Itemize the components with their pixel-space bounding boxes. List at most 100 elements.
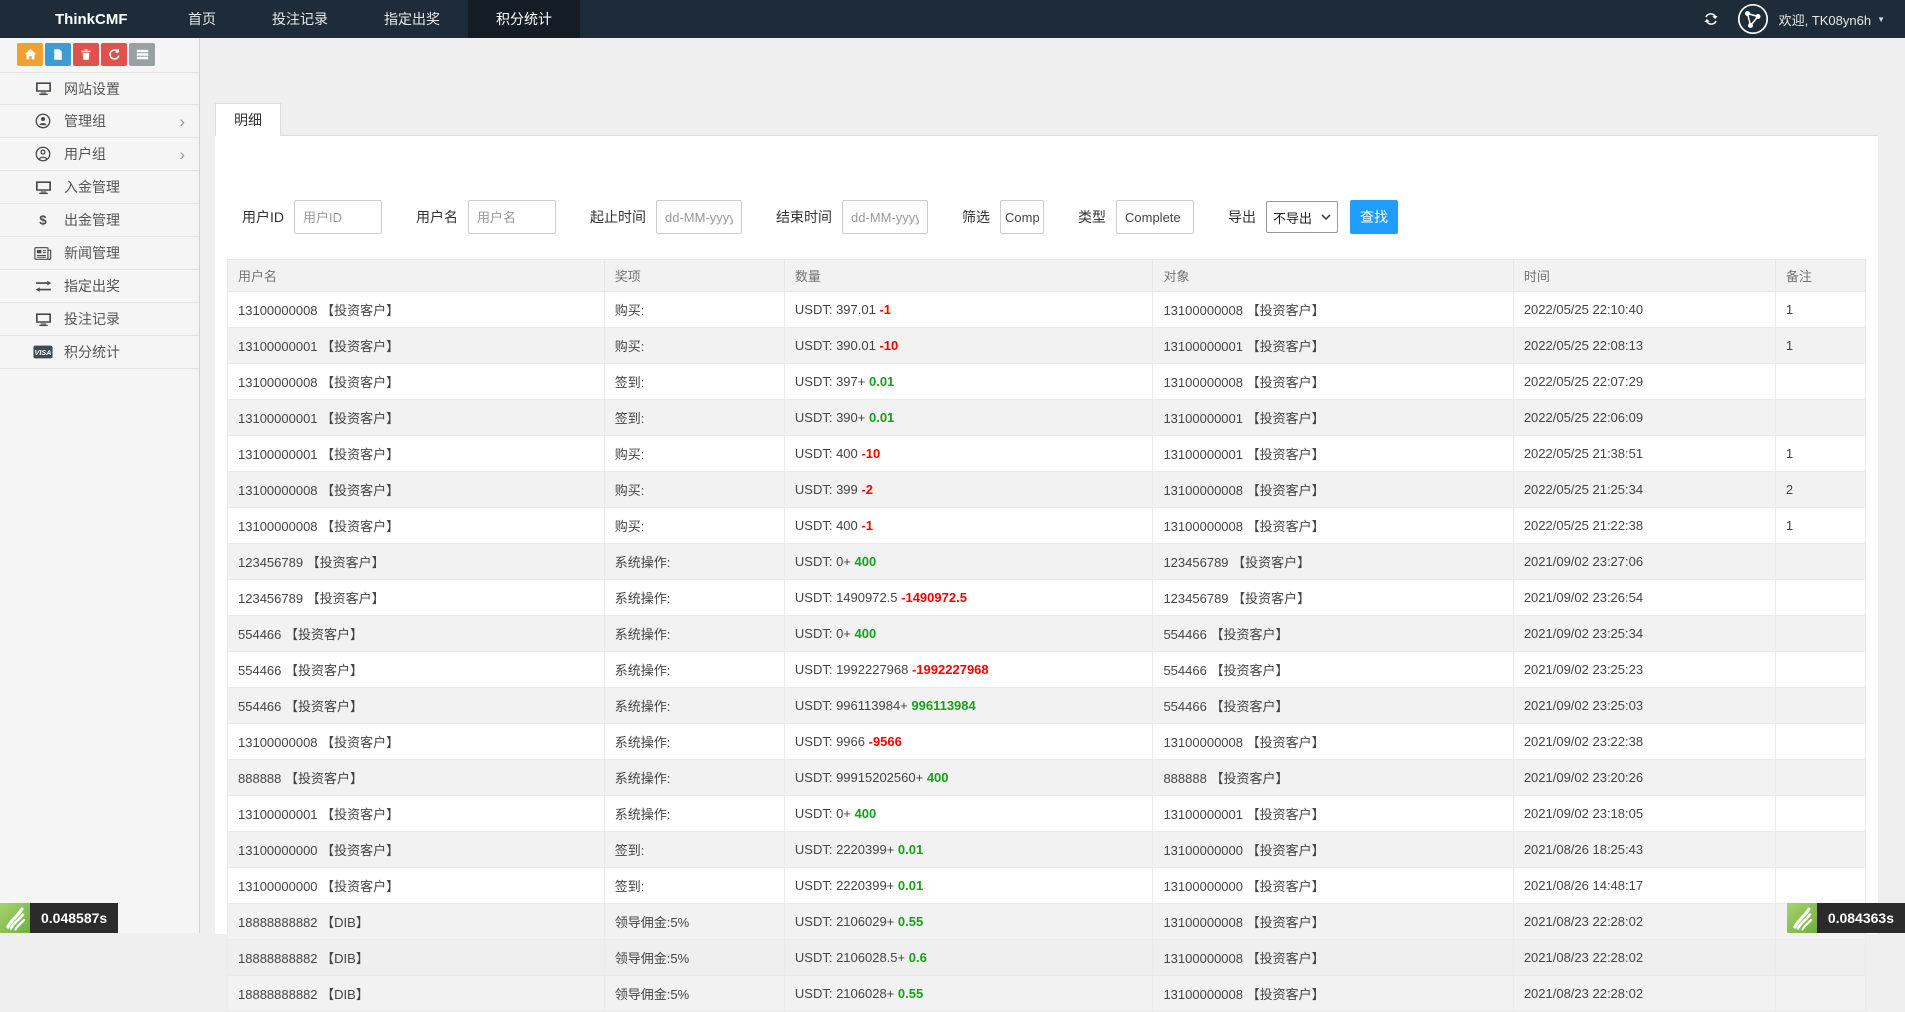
cell-time: 2021/08/23 22:28:02: [1513, 940, 1775, 976]
cell-note: [1775, 724, 1865, 760]
sidebar-item[interactable]: $ 出金管理: [0, 204, 199, 237]
top-navbar: ThinkCMF 首页投注记录指定出奖积分统计 欢迎, TK08yn6h ▼: [0, 0, 1905, 38]
screen-input[interactable]: [1000, 200, 1044, 234]
cell-time: 2022/05/25 21:38:51: [1513, 436, 1775, 472]
table-row: 13100000008 【投资客户】购买:USDT: 400 -11310000…: [228, 508, 1866, 544]
user-group-icon: [33, 146, 53, 162]
avatar[interactable]: [1737, 3, 1769, 35]
username-input[interactable]: [468, 200, 556, 234]
brand-logo[interactable]: ThinkCMF: [0, 11, 160, 28]
trash-icon: [80, 48, 92, 61]
end-time-input[interactable]: [842, 200, 928, 234]
sidebar-item[interactable]: 指定出奖: [0, 270, 199, 303]
cell-target: 554466 【投资客户】: [1153, 616, 1513, 652]
trash-shortcut-button[interactable]: [73, 43, 99, 66]
refresh-icon[interactable]: [1703, 11, 1719, 27]
sidebar-item[interactable]: 用户组›: [0, 138, 199, 171]
cell-amount: USDT: 1490972.5 -1490972.5: [784, 580, 1153, 616]
sidebar-menu: 网站设置管理组›用户组›入金管理 $ 出金管理新闻管理指定出奖投注记录VISA积分统…: [0, 72, 199, 369]
filter-type: 类型: [1078, 200, 1194, 234]
list-shortcut-button[interactable]: [129, 43, 155, 66]
cell-prize: 购买:: [604, 292, 784, 328]
monitor-icon: [33, 312, 53, 327]
amount-base: USDT: 390+: [795, 410, 869, 425]
table-row: 554466 【投资客户】系统操作:USDT: 0+ 400554466 【投资…: [228, 616, 1866, 652]
amount-delta: 0.55: [898, 986, 923, 1001]
cell-username: 18888888882 【DIB】: [228, 976, 605, 1012]
sidebar-item[interactable]: 入金管理: [0, 171, 199, 204]
cell-prize: 系统操作:: [604, 580, 784, 616]
cell-amount: USDT: 0+ 400: [784, 616, 1153, 652]
column-header: 对象: [1153, 260, 1513, 292]
cell-note: 1: [1775, 292, 1865, 328]
cell-target: 13100000008 【投资客户】: [1153, 364, 1513, 400]
cell-prize: 签到:: [604, 868, 784, 904]
cell-target: 123456789 【投资客户】: [1153, 580, 1513, 616]
nav-item[interactable]: 首页: [160, 0, 244, 38]
user-id-input[interactable]: [294, 200, 382, 234]
recycle-shortcut-button[interactable]: [101, 43, 127, 66]
sidebar-item[interactable]: VISA积分统计: [0, 336, 199, 369]
start-time-input[interactable]: [656, 200, 742, 234]
cell-prize: 签到:: [604, 364, 784, 400]
cell-prize: 领导佣金:5%: [604, 904, 784, 940]
cell-amount: USDT: 400 -10: [784, 436, 1153, 472]
monitor-icon: [33, 180, 53, 195]
sidebar-item[interactable]: 网站设置: [0, 72, 199, 105]
filter-row: 用户ID 用户名 起止时间 结束时间 筛选 类型: [227, 136, 1866, 234]
cell-time: 2022/05/25 22:10:40: [1513, 292, 1775, 328]
amount-base: USDT: 2106028.5+: [795, 950, 909, 965]
amount-base: USDT: 1490972.5: [795, 590, 901, 605]
tab-detail[interactable]: 明细: [215, 103, 281, 136]
nav-item[interactable]: 积分统计: [468, 0, 580, 38]
user-id-label: 用户ID: [242, 207, 284, 227]
table-row: 13100000008 【投资客户】签到:USDT: 397+ 0.011310…: [228, 364, 1866, 400]
username-label: 用户名: [416, 207, 458, 227]
cell-prize: 购买:: [604, 328, 784, 364]
perf-badge-left: 0.048587s: [0, 903, 118, 933]
cell-target: 13100000008 【投资客户】: [1153, 904, 1513, 940]
cell-prize: 系统操作:: [604, 688, 784, 724]
navbar-right: 欢迎, TK08yn6h ▼: [1703, 3, 1905, 35]
amount-base: USDT: 2220399+: [795, 842, 898, 857]
cell-username: 13100000008 【投资客户】: [228, 508, 605, 544]
chevron-down-icon[interactable]: ▼: [1877, 15, 1885, 24]
svg-text:$: $: [39, 212, 47, 227]
search-button[interactable]: 查找: [1350, 200, 1398, 234]
sidebar-item[interactable]: 新闻管理: [0, 237, 199, 270]
cell-username: 13100000008 【投资客户】: [228, 292, 605, 328]
table-row: 18888888882 【DIB】领导佣金:5%USDT: 2106029+ 0…: [228, 904, 1866, 940]
type-label: 类型: [1078, 207, 1106, 227]
file-shortcut-button[interactable]: [45, 43, 71, 66]
screen-label: 筛选: [962, 207, 990, 227]
sidebar-item-label: 出金管理: [64, 210, 120, 230]
amount-delta: 400: [855, 626, 877, 641]
cell-prize: 购买:: [604, 472, 784, 508]
amount-delta: 400: [927, 770, 949, 785]
cell-prize: 领导佣金:5%: [604, 940, 784, 976]
nav-item[interactable]: 指定出奖: [356, 0, 468, 38]
tab-bar: 明细: [215, 38, 1878, 136]
export-select-value: 不导出: [1273, 208, 1312, 227]
sidebar-item[interactable]: 管理组›: [0, 105, 199, 138]
cell-time: 2021/08/26 14:48:17: [1513, 868, 1775, 904]
sidebar-item-label: 网站设置: [64, 79, 120, 99]
cell-note: [1775, 832, 1865, 868]
amount-delta: -10: [879, 338, 898, 353]
amount-delta: -1992227968: [912, 662, 989, 677]
cell-time: 2021/08/26 18:25:43: [1513, 832, 1775, 868]
filter-start-time: 起止时间: [590, 200, 742, 234]
amount-delta: -1490972.5: [901, 590, 967, 605]
sidebar-item[interactable]: 投注记录: [0, 303, 199, 336]
type-input[interactable]: [1116, 200, 1194, 234]
username-label[interactable]: TK08yn6h: [1812, 13, 1871, 28]
column-header: 备注: [1775, 260, 1865, 292]
column-header: 数量: [784, 260, 1153, 292]
home-shortcut-button[interactable]: [17, 43, 43, 66]
amount-delta: 0.6: [909, 950, 927, 965]
nav-item[interactable]: 投注记录: [244, 0, 356, 38]
cell-prize: 购买:: [604, 508, 784, 544]
export-select[interactable]: 不导出: [1266, 201, 1338, 233]
cell-time: 2021/09/02 23:25:34: [1513, 616, 1775, 652]
cell-time: 2021/09/02 23:25:03: [1513, 688, 1775, 724]
